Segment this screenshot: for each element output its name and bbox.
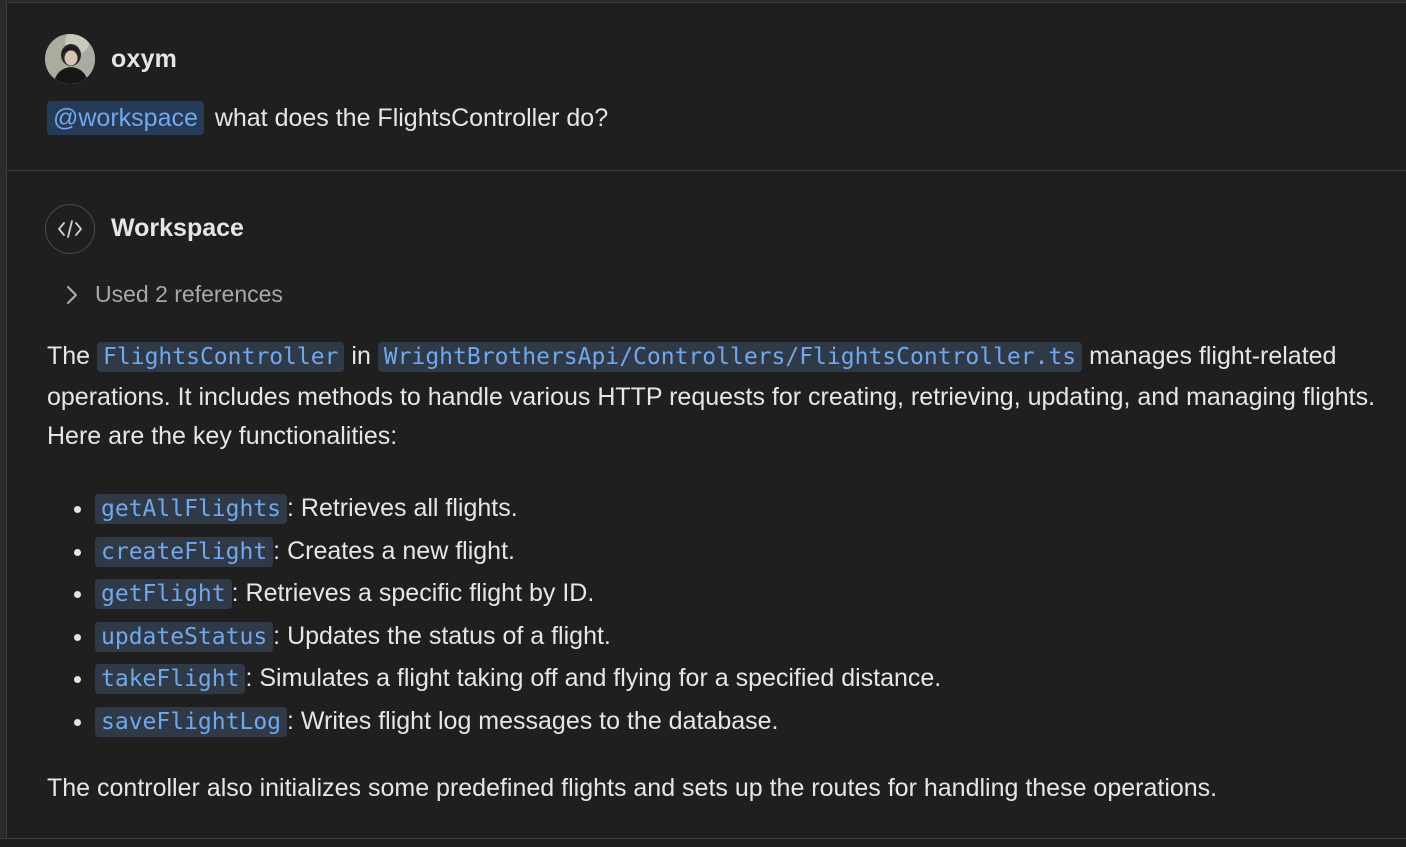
function-desc: : Simulates a flight taking off and flyi… xyxy=(245,664,942,693)
list-item: getAllFlights: Retrieves all flights. xyxy=(95,487,941,530)
intro-text-1: The xyxy=(47,342,98,370)
references-toggle[interactable]: Used 2 references xyxy=(63,281,283,308)
function-desc: : Retrieves all flights. xyxy=(287,494,518,522)
code-icon xyxy=(58,220,82,238)
function-name[interactable]: getAllFlights xyxy=(95,494,288,524)
code-ref-flightscontroller[interactable]: FlightsController xyxy=(97,342,345,372)
references-label: Used 2 references xyxy=(95,281,283,307)
username: oxym xyxy=(111,45,178,73)
function-desc: : Retrieves a specific flight by ID. xyxy=(231,579,595,608)
function-name[interactable]: takeFlight xyxy=(95,664,246,695)
list-item: saveFlightLog: Writes flight log message… xyxy=(95,700,941,743)
list-item: getFlight: Retrieves a specific flight b… xyxy=(95,572,941,615)
workspace-avatar xyxy=(45,204,95,254)
assistant-response: Workspace Used 2 references The FlightsC… xyxy=(7,171,1406,839)
user-query: @workspace what does the FlightsControll… xyxy=(47,101,608,135)
agent-name: Workspace xyxy=(111,214,244,242)
user-request: oxym @workspace what does the FlightsCon… xyxy=(7,3,1406,171)
intro-text-2: in xyxy=(344,342,378,370)
function-desc: : Writes flight log messages to the data… xyxy=(287,706,779,735)
query-text: what does the FlightsController do? xyxy=(207,104,609,132)
chat-panel: oxym @workspace what does the FlightsCon… xyxy=(6,2,1406,839)
function-name[interactable]: getFlight xyxy=(95,579,232,610)
outro-paragraph: The controller also initializes some pre… xyxy=(47,774,1218,802)
function-name[interactable]: updateStatus xyxy=(95,621,274,652)
intro-paragraph: The FlightsController in WrightBrothersA… xyxy=(47,337,1397,457)
user-avatar[interactable] xyxy=(45,34,95,84)
chevron-right-icon xyxy=(63,283,81,307)
functions-list: getAllFlights: Retrieves all flights. cr… xyxy=(47,487,941,743)
function-desc: : Updates the status of a flight. xyxy=(273,621,611,650)
list-item: takeFlight: Simulates a flight taking of… xyxy=(95,657,941,700)
function-name[interactable]: createFlight xyxy=(95,536,274,567)
list-item: createFlight: Creates a new flight. xyxy=(95,530,941,573)
workspace-mention[interactable]: @workspace xyxy=(47,101,204,135)
list-item: updateStatus: Updates the status of a fl… xyxy=(95,615,941,658)
code-ref-file-path[interactable]: WrightBrothersApi/Controllers/FlightsCon… xyxy=(377,342,1083,372)
function-name[interactable]: saveFlightLog xyxy=(95,706,288,737)
user-avatar-image xyxy=(45,34,95,84)
function-desc: : Creates a new flight. xyxy=(273,536,515,565)
